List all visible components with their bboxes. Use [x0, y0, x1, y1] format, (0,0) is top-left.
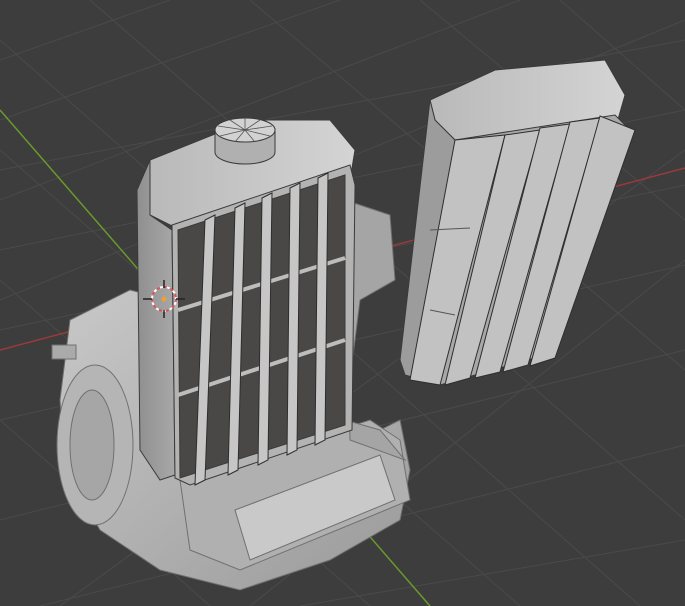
radiator-front[interactable]: [136, 117, 356, 486]
3d-viewport[interactable]: [0, 0, 685, 606]
viewport-canvas[interactable]: [0, 0, 685, 606]
